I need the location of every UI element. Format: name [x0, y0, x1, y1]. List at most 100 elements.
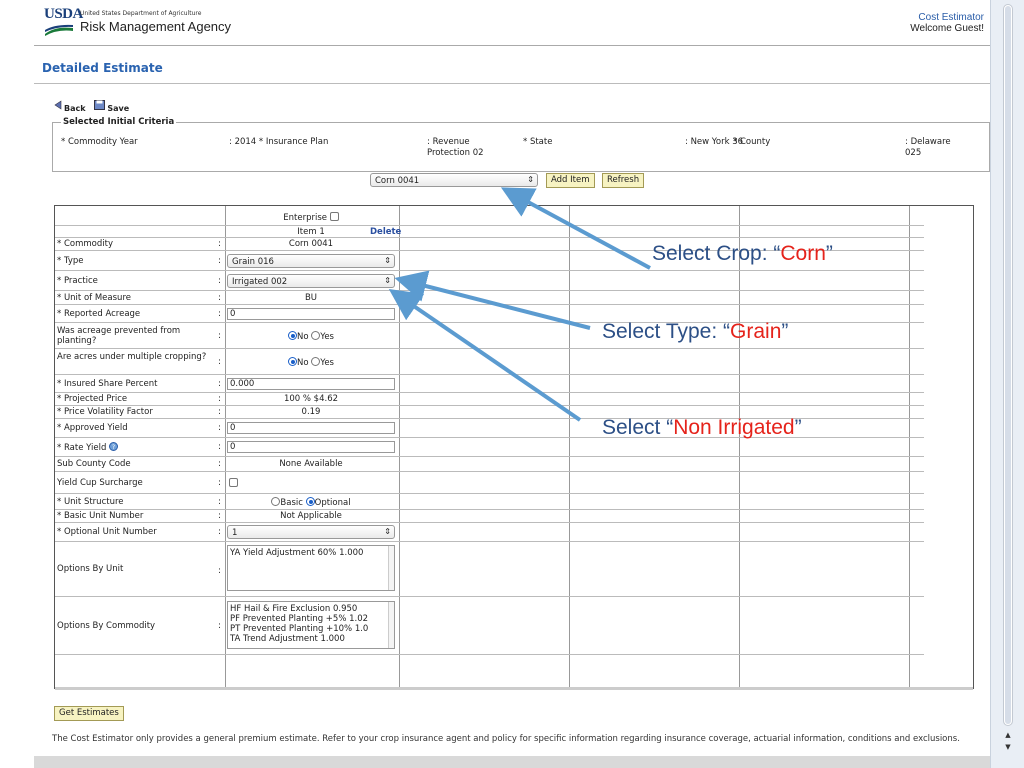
enterprise-label: Enterprise [283, 213, 328, 223]
app-name-link[interactable]: Cost Estimator [910, 12, 984, 23]
prevented-row: Was acreage prevented from planting?: No… [55, 323, 924, 349]
options-unit-listbox[interactable]: YA Yield Adjustment 60% 1.000 [227, 545, 395, 591]
enterprise-checkbox[interactable] [329, 212, 339, 221]
colon: : [218, 256, 221, 266]
practice-select[interactable]: Irrigated 002 ⇕ [227, 274, 395, 288]
delete-link[interactable]: Delete [370, 227, 401, 237]
unit-structure-row: * Unit Structure: Basic Optional [55, 494, 924, 510]
approved-label: * Approved Yield [57, 423, 128, 433]
page-title: Detailed Estimate [42, 61, 163, 75]
commodity-year-value: : 2014 * Insurance Plan [229, 137, 329, 147]
select-arrows-icon: ⇕ [527, 175, 534, 184]
annotation-practice-suffix: ” [794, 416, 802, 439]
no-label: No [297, 358, 309, 368]
share-row: * Insured Share Percent: 0.000 [55, 375, 924, 393]
practice-label: * Practice [57, 276, 98, 286]
enterprise-toggle[interactable]: Enterprise [227, 212, 395, 223]
annotation-type-suffix: ” [781, 320, 789, 343]
annotation-crop: Select Crop: “Corn” [652, 242, 833, 266]
scroll-up-icon[interactable]: ▲ [1003, 730, 1013, 740]
svg-text:?: ? [112, 444, 115, 451]
annotation-type: Select Type: “Grain” [602, 320, 788, 344]
type-select[interactable]: Grain 016 ⇕ [227, 254, 395, 268]
cup-checkbox[interactable] [229, 478, 238, 487]
window-scrollbar[interactable]: ▲ ▼ [990, 0, 1024, 768]
list-item[interactable]: HF Hail & Fire Exclusion 0.950 [230, 604, 392, 614]
prevented-radio-group: No Yes [227, 331, 395, 342]
share-input[interactable]: 0.000 [227, 378, 395, 390]
scroll-down-icon[interactable]: ▼ [1003, 742, 1013, 752]
multiple-yes-radio[interactable] [311, 357, 321, 366]
usda-logo[interactable]: USDA [44, 6, 83, 23]
refresh-button[interactable]: Refresh [602, 173, 645, 188]
basic-unit-value: Not Applicable [280, 511, 342, 521]
unit-structure-radio-group: Basic Optional [227, 497, 395, 508]
list-item[interactable]: YA Yield Adjustment 60% 1.000 [230, 548, 392, 558]
colon: : [218, 379, 221, 389]
get-estimates-button[interactable]: Get Estimates [54, 706, 124, 721]
agency-name: Risk Management Agency [80, 19, 232, 34]
state-label: * State [523, 137, 553, 147]
options-commodity-row: Options By Commodity: HF Hail & Fire Exc… [55, 597, 924, 655]
basic-unit-row: * Basic Unit Number: Not Applicable [55, 510, 924, 523]
volatility-label: * Price Volatility Factor [57, 407, 153, 417]
colon: : [218, 293, 221, 303]
optional-unit-value: 1 [232, 528, 238, 538]
back-button[interactable]: Back [54, 96, 86, 113]
grid-hscroll[interactable] [55, 687, 973, 690]
list-item[interactable]: TA Trend Adjustment 1.000 [230, 634, 392, 644]
optional-unit-row: * Optional Unit Number: 1 ⇕ [55, 523, 924, 542]
annotation-crop-value: Corn [780, 242, 826, 265]
prevented-no-radio[interactable] [288, 331, 297, 340]
listbox-scrollbar[interactable] [388, 602, 394, 648]
subcounty-label: Sub County Code [57, 459, 131, 469]
unit-structure-label: * Unit Structure [57, 497, 124, 507]
scrollbar-thumb[interactable] [1005, 6, 1011, 724]
insurance-plan-value: : Revenue Protection 02 [427, 137, 484, 158]
optional-unit-select[interactable]: 1 ⇕ [227, 525, 395, 539]
scrollbar-track[interactable] [1003, 4, 1013, 726]
welcome-text: Welcome Guest! [910, 23, 984, 34]
save-label: Save [107, 104, 130, 113]
annotation-practice-prefix: Select “ [602, 416, 674, 439]
annotation-practice: Select “Non Irrigated” [602, 416, 802, 440]
prevented-label: Was acreage prevented from planting? [57, 326, 181, 346]
save-button[interactable]: Save [94, 96, 129, 113]
subcounty-value: None Available [279, 459, 343, 469]
options-commodity-label: Options By Commodity [57, 621, 156, 631]
add-item-button[interactable]: Add Item [546, 173, 595, 188]
colon: : [218, 442, 221, 452]
multiple-label: Are acres under multiple cropping? [57, 352, 207, 362]
uom-row: * Unit of Measure: BU [55, 291, 924, 305]
list-item[interactable]: PF Prevented Planting +5% 1.02 [230, 614, 392, 624]
disclaimer-text: The Cost Estimator only provides a gener… [52, 734, 960, 744]
estimate-grid: Enterprise Item 1 Delete * Commodity: Co… [54, 205, 974, 690]
volatility-value: 0.19 [301, 407, 321, 417]
practice-row: * Practice: Irrigated 002 ⇕ [55, 271, 924, 291]
annotation-type-prefix: Select Type: “ [602, 320, 731, 343]
select-arrows-icon: ⇕ [384, 527, 391, 536]
basic-label: Basic [280, 498, 303, 508]
approved-input[interactable]: 0 [227, 422, 395, 434]
rate-label-wrap: * Rate Yield ? [57, 442, 217, 453]
rate-input[interactable]: 0 [227, 441, 395, 453]
list-item[interactable]: PT Prevented Planting +10% 1.0 [230, 624, 392, 634]
multiple-no-radio[interactable] [288, 357, 297, 366]
select-arrows-icon: ⇕ [384, 256, 391, 265]
type-label: * Type [57, 256, 84, 266]
optional-radio[interactable] [305, 497, 315, 506]
back-label: Back [64, 104, 86, 113]
crop-select[interactable]: Corn 0041 ⇕ [370, 173, 538, 187]
acreage-input[interactable]: 0 [227, 308, 395, 320]
listbox-scrollbar[interactable] [388, 546, 394, 590]
subcounty-row: Sub County Code: None Available [55, 457, 924, 472]
acreage-row: * Reported Acreage: 0 [55, 305, 924, 323]
cup-row: Yield Cup Surcharge: [55, 472, 924, 494]
prevented-yes-radio[interactable] [311, 331, 321, 340]
county-label: * County [733, 137, 771, 147]
annotation-crop-suffix: ” [825, 242, 833, 265]
multiple-row: Are acres under multiple cropping?: No Y… [55, 349, 924, 375]
status-bar [34, 756, 990, 768]
options-commodity-listbox[interactable]: HF Hail & Fire Exclusion 0.950 PF Preven… [227, 601, 395, 649]
help-icon[interactable]: ? [109, 442, 119, 451]
